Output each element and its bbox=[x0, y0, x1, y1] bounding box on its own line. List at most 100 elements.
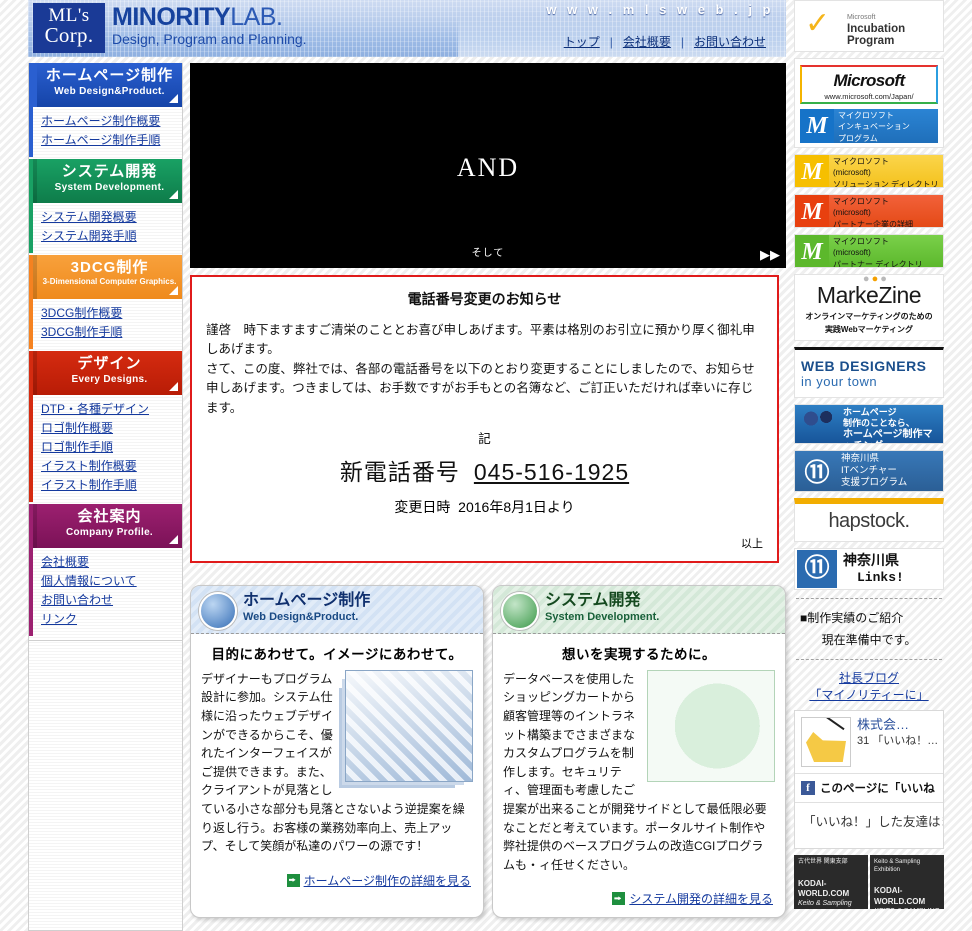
announcement-closing: 以上 bbox=[741, 537, 763, 550]
announcement-date-row: 変更日時 2016年8月1日より bbox=[206, 497, 763, 517]
microsoft-wordmark: Microsoft bbox=[833, 71, 905, 90]
panel-more-system: システム開発の詳細を見る bbox=[493, 882, 785, 917]
banner-hapstock[interactable]: hapstock. bbox=[794, 498, 944, 542]
microsoft-url: www.microsoft.com/Japan/ bbox=[824, 92, 914, 101]
corner-triangle-icon bbox=[169, 535, 178, 544]
banner-kodai-world-1[interactable]: 古代世界 関東支部 KODAI-WORLD.COM Keito & Sampli… bbox=[794, 854, 868, 909]
banner-ms-partner-directory[interactable]: M マイクロソフト (microsoft) パートナー ディレクトリ bbox=[794, 234, 944, 268]
sidebar-item-system-process[interactable]: システム開発手順 bbox=[41, 227, 182, 246]
banner-ms-incubation[interactable]: M マイクロソフト インキュベーション プログラム bbox=[800, 109, 938, 143]
banner-kodai-world-2[interactable]: Keito & Sampling Exhibition KODAI-WORLD.… bbox=[870, 854, 944, 909]
banner-web-designers[interactable]: WEB DESIGNERS in your town bbox=[794, 347, 944, 398]
sidebar-group-title-en: 3-Dimensional Computer Graphics. bbox=[42, 276, 177, 286]
hero-next-icon[interactable]: ▶▶ bbox=[760, 247, 780, 263]
works-note-body: 現在準備中です。 bbox=[821, 633, 917, 647]
sidebar-item-contact[interactable]: お問い合わせ bbox=[41, 591, 182, 610]
topnav-item-contact[interactable]: お問い合わせ bbox=[694, 35, 766, 49]
announcement-phone-row: 新電話番号 045-516-1925 bbox=[206, 453, 763, 487]
topnav-separator: | bbox=[609, 35, 613, 49]
globe-system-icon bbox=[501, 591, 539, 630]
banner-homepage-matching[interactable]: ホームページ 制作のことなら、 ホームページ制作マッチング bbox=[794, 404, 944, 444]
kodai-top-2: Keito & Sampling Exhibition bbox=[874, 858, 921, 873]
incubation-ms-label: Microsoft bbox=[847, 14, 876, 21]
sidebar-item-3dcg-process[interactable]: 3DCG制作手順 bbox=[41, 323, 182, 342]
hero-caption: そして bbox=[471, 248, 505, 259]
microsoft-logo[interactable]: Microsoft www.microsoft.com/Japan/ bbox=[800, 65, 938, 104]
top-navigation: トップ | 会社概要 | お問い合わせ bbox=[554, 33, 776, 50]
sidebar-item-privacy[interactable]: 個人情報について bbox=[41, 572, 182, 591]
topnav-item-company[interactable]: 会社概要 bbox=[623, 35, 671, 49]
markezine-dots-icon: ●●● bbox=[862, 274, 889, 285]
facebook-page-row[interactable]: 株式会… 31 「いいね！… bbox=[795, 711, 943, 773]
panel-body-web: デザイナーもプログラム設計に参加。システム仕様に沿ったウェブデザインができるから… bbox=[191, 669, 483, 864]
sidebar-item-links[interactable]: リンク bbox=[41, 610, 182, 629]
matching-line-1: ホームページ bbox=[843, 407, 897, 417]
panel-more-link[interactable]: ホームページ制作の詳細を見る bbox=[304, 874, 471, 888]
m-line-1: マイクロソフト bbox=[833, 157, 889, 166]
matching-line-3: ホームページ制作マッチング bbox=[843, 429, 933, 443]
facebook-like-button[interactable]: f このページに「いいね bbox=[795, 773, 943, 802]
banner-kanagawa-links[interactable]: ⑪ 神奈川県 Links! bbox=[794, 548, 944, 590]
brand-name-light: LAB. bbox=[230, 3, 283, 31]
sidebar-group-title-en: Every Designs. bbox=[71, 373, 148, 385]
sidebar-item-dtp-design[interactable]: DTP・各種デザイン bbox=[41, 400, 182, 419]
company-logo[interactable]: ML's Corp. bbox=[33, 3, 105, 53]
sidebar-item-web-overview[interactable]: ホームページ制作概要 bbox=[41, 112, 182, 131]
sidebar-group-header-design[interactable]: デザイン Every Designs. bbox=[33, 351, 182, 395]
kanagawa-links-line-1: 神奈川県 bbox=[843, 551, 899, 568]
m-line-2: インキュベーション bbox=[838, 122, 910, 132]
corner-triangle-icon bbox=[169, 382, 178, 391]
checkmark-icon: ✓ bbox=[805, 6, 831, 41]
sidebar-group-title-jp: 会社案内 bbox=[77, 508, 142, 525]
facebook-friends-note: 「いいね！」した友達はまだいません bbox=[795, 802, 943, 848]
sidebar-item-web-process[interactable]: ホームページ制作手順 bbox=[41, 131, 182, 150]
date-label: 変更日時 bbox=[394, 498, 451, 515]
kodai-big-2: KODAI-WORLD.COM bbox=[874, 886, 926, 906]
arrow-right-icon bbox=[286, 873, 300, 887]
panel-more-web: ホームページ制作の詳細を見る bbox=[191, 864, 483, 899]
hero-slideshow[interactable]: AND そして ▶▶ bbox=[190, 63, 786, 268]
sidebar-item-logo-overview[interactable]: ロゴ制作概要 bbox=[41, 419, 182, 438]
sidebar-item-illust-process[interactable]: イラスト制作手順 bbox=[41, 476, 182, 495]
sidebar-group-system: システム開発 System Development. システム開発概要 システム… bbox=[29, 159, 182, 253]
panel-body-system: データベースを使用したショッピングカートから顧客管理等のイントラネット構築までさ… bbox=[493, 669, 785, 883]
kanagawa-links-line-2: Links! bbox=[857, 570, 904, 586]
panel-more-link[interactable]: システム開発の詳細を見る bbox=[629, 892, 773, 906]
sidebar-item-company-overview[interactable]: 会社概要 bbox=[41, 553, 182, 572]
sidebar-item-3dcg-overview[interactable]: 3DCG制作概要 bbox=[41, 304, 182, 323]
sidebar-group-header-web[interactable]: ホームページ制作 Web Design&Product. bbox=[33, 63, 182, 107]
facebook-like-label: このページに「いいね bbox=[820, 783, 935, 795]
banner-ms-solution-directory[interactable]: M マイクロソフト (microsoft) ソリューション ディレクトリ bbox=[794, 154, 944, 188]
facebook-icon: f bbox=[801, 781, 815, 795]
web-designers-line-1: WEB DESIGNERS bbox=[801, 358, 927, 374]
banner-incubation-program[interactable]: ✓ Microsoft Incubation Program bbox=[794, 0, 944, 52]
blog-link-line-2[interactable]: 「マイノリティーに」 bbox=[794, 687, 944, 704]
sidebar-group-design: デザイン Every Designs. DTP・各種デザイン ロゴ制作概要 ロゴ… bbox=[29, 351, 182, 502]
banner-ms-partner-dir-text: マイクロソフト (microsoft) パートナー ディレクトリ bbox=[829, 235, 943, 267]
logo-line-2: Corp. bbox=[44, 23, 94, 47]
kanagawa-it-text: 神奈川県 ITベンチャー 支援プログラム bbox=[837, 453, 907, 489]
sidebar-group-header-system[interactable]: システム開発 System Development. bbox=[33, 159, 182, 203]
panel-title-en: Web Design&Product. bbox=[243, 611, 359, 624]
banner-markezine[interactable]: ●●● MarkeZine オンラインマーケティングのための 実践Webマーケテ… bbox=[794, 274, 944, 341]
markezine-sub-1: オンラインマーケティングのための bbox=[805, 312, 933, 321]
kanagawa-it-line-1: 神奈川県 bbox=[841, 453, 880, 464]
facebook-like-count: 31 「いいね！… bbox=[857, 735, 937, 747]
date-value: 2016年8月1日より bbox=[458, 498, 575, 515]
sidebar-group-header-company[interactable]: 会社案内 Company Profile. bbox=[33, 504, 182, 548]
markezine-wordmark: ●●● MarkeZine bbox=[817, 275, 922, 309]
kanagawa-it-line-3: 支援プログラム bbox=[841, 477, 908, 488]
hapstock-wordmark: hapstock. bbox=[828, 510, 910, 532]
sidebar-item-system-overview[interactable]: システム開発概要 bbox=[41, 208, 182, 227]
left-sidebar-filler bbox=[28, 640, 183, 931]
m-line-3: パートナー企業の詳細 bbox=[833, 219, 913, 228]
banner-kanagawa-it-venture[interactable]: ⑪ 神奈川県 ITベンチャー 支援プログラム bbox=[794, 450, 944, 492]
topnav-item-top[interactable]: トップ bbox=[564, 35, 600, 49]
sidebar-item-logo-process[interactable]: ロゴ制作手順 bbox=[41, 438, 182, 457]
service-panels: ホームページ制作 Web Design&Product. 目的にあわせて。イメー… bbox=[190, 584, 786, 919]
banner-ms-partner-detail[interactable]: M マイクロソフト (microsoft) パートナー企業の詳細 bbox=[794, 194, 944, 228]
blog-link-line-1[interactable]: 社長ブログ bbox=[794, 670, 944, 687]
banner-kodai-world-group: 古代世界 関東支部 KODAI-WORLD.COM Keito & Sampli… bbox=[794, 854, 944, 909]
sidebar-item-illust-overview[interactable]: イラスト制作概要 bbox=[41, 457, 182, 476]
sidebar-group-header-3dcg[interactable]: 3DCG制作 3-Dimensional Computer Graphics. bbox=[33, 255, 182, 299]
